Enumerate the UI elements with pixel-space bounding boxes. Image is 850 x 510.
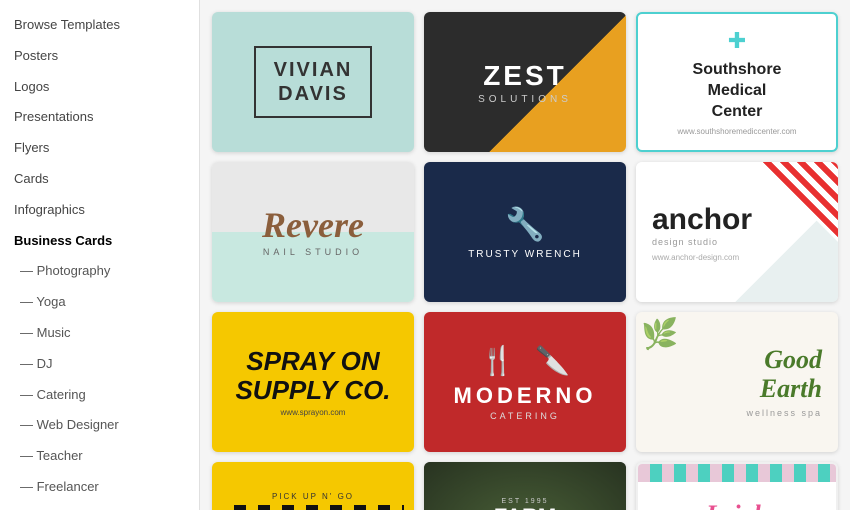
sidebar-item-logos[interactable]: Logos — [0, 72, 199, 103]
sidebar-item-flyers[interactable]: Flyers — [0, 133, 199, 164]
sidebar-item-presentations[interactable]: Presentations — [0, 102, 199, 133]
sidebar: Browse Templates Posters Logos Presentat… — [0, 0, 200, 510]
template-card-sprayon[interactable]: SPRAY ONSUPPLY CO. www.sprayon.com — [212, 312, 414, 452]
template-card-farmtable[interactable]: EST 1995 FARMTO TABLE CALIFORNIA ORGANIC… — [424, 462, 626, 510]
sidebar-item-freelancer[interactable]: — Freelancer — [0, 472, 199, 503]
sidebar-item-dj[interactable]: — DJ — [0, 349, 199, 380]
knife-icon: 🔪 — [535, 344, 570, 377]
template-card-leigh[interactable]: Leigh Silva FREELANCE ILLUSTRATOR — [636, 462, 838, 510]
medical-icon: ✚ — [728, 28, 746, 54]
fork-icon: 🍴 — [480, 344, 515, 377]
sidebar-item-photography[interactable]: — Photography — [0, 256, 199, 287]
sidebar-item-music[interactable]: — Music — [0, 318, 199, 349]
sidebar-item-filmmaker[interactable]: — Filmmaker — [0, 503, 199, 510]
sidebar-item-teacher[interactable]: — Teacher — [0, 441, 199, 472]
template-card-southshore[interactable]: ✚ SouthshoreMedicalCenter www.southshore… — [636, 12, 838, 152]
template-card-revere[interactable]: Revere NAIL STUDIO — [212, 162, 414, 302]
template-card-anchor[interactable]: anchor design studio www.anchor-design.c… — [636, 162, 838, 302]
template-card-moderno[interactable]: 🍴 🔪 MODERNO CATERING — [424, 312, 626, 452]
template-card-vivian[interactable]: VIVIANDAVIS — [212, 12, 414, 152]
template-grid-container: VIVIANDAVIS ZEST SOLUTIONS ✚ SouthshoreM… — [200, 0, 850, 510]
wrench-icon: 🔧 — [505, 205, 545, 243]
template-card-trusty[interactable]: 🔧 TRUSTY WRENCH — [424, 162, 626, 302]
sidebar-item-business-cards[interactable]: Business Cards — [0, 226, 199, 257]
template-card-zest[interactable]: ZEST SOLUTIONS — [424, 12, 626, 152]
sidebar-item-yoga[interactable]: — Yoga — [0, 287, 199, 318]
template-card-cab[interactable]: PICK UP N' GO CAB TRANSIT NEW YORK CAB S… — [212, 462, 414, 510]
sidebar-item-posters[interactable]: Posters — [0, 41, 199, 72]
sidebar-item-cards[interactable]: Cards — [0, 164, 199, 195]
sidebar-item-catering[interactable]: — Catering — [0, 380, 199, 411]
sidebar-item-browse-templates[interactable]: Browse Templates — [0, 10, 199, 41]
template-card-goodearth[interactable]: 🌿 GoodEarth wellness spa — [636, 312, 838, 452]
leaves-icon: 🌿 — [641, 317, 678, 352]
template-grid: VIVIANDAVIS ZEST SOLUTIONS ✚ SouthshoreM… — [212, 12, 838, 510]
sidebar-item-web-designer[interactable]: — Web Designer — [0, 410, 199, 441]
sidebar-item-infographics[interactable]: Infographics — [0, 195, 199, 226]
